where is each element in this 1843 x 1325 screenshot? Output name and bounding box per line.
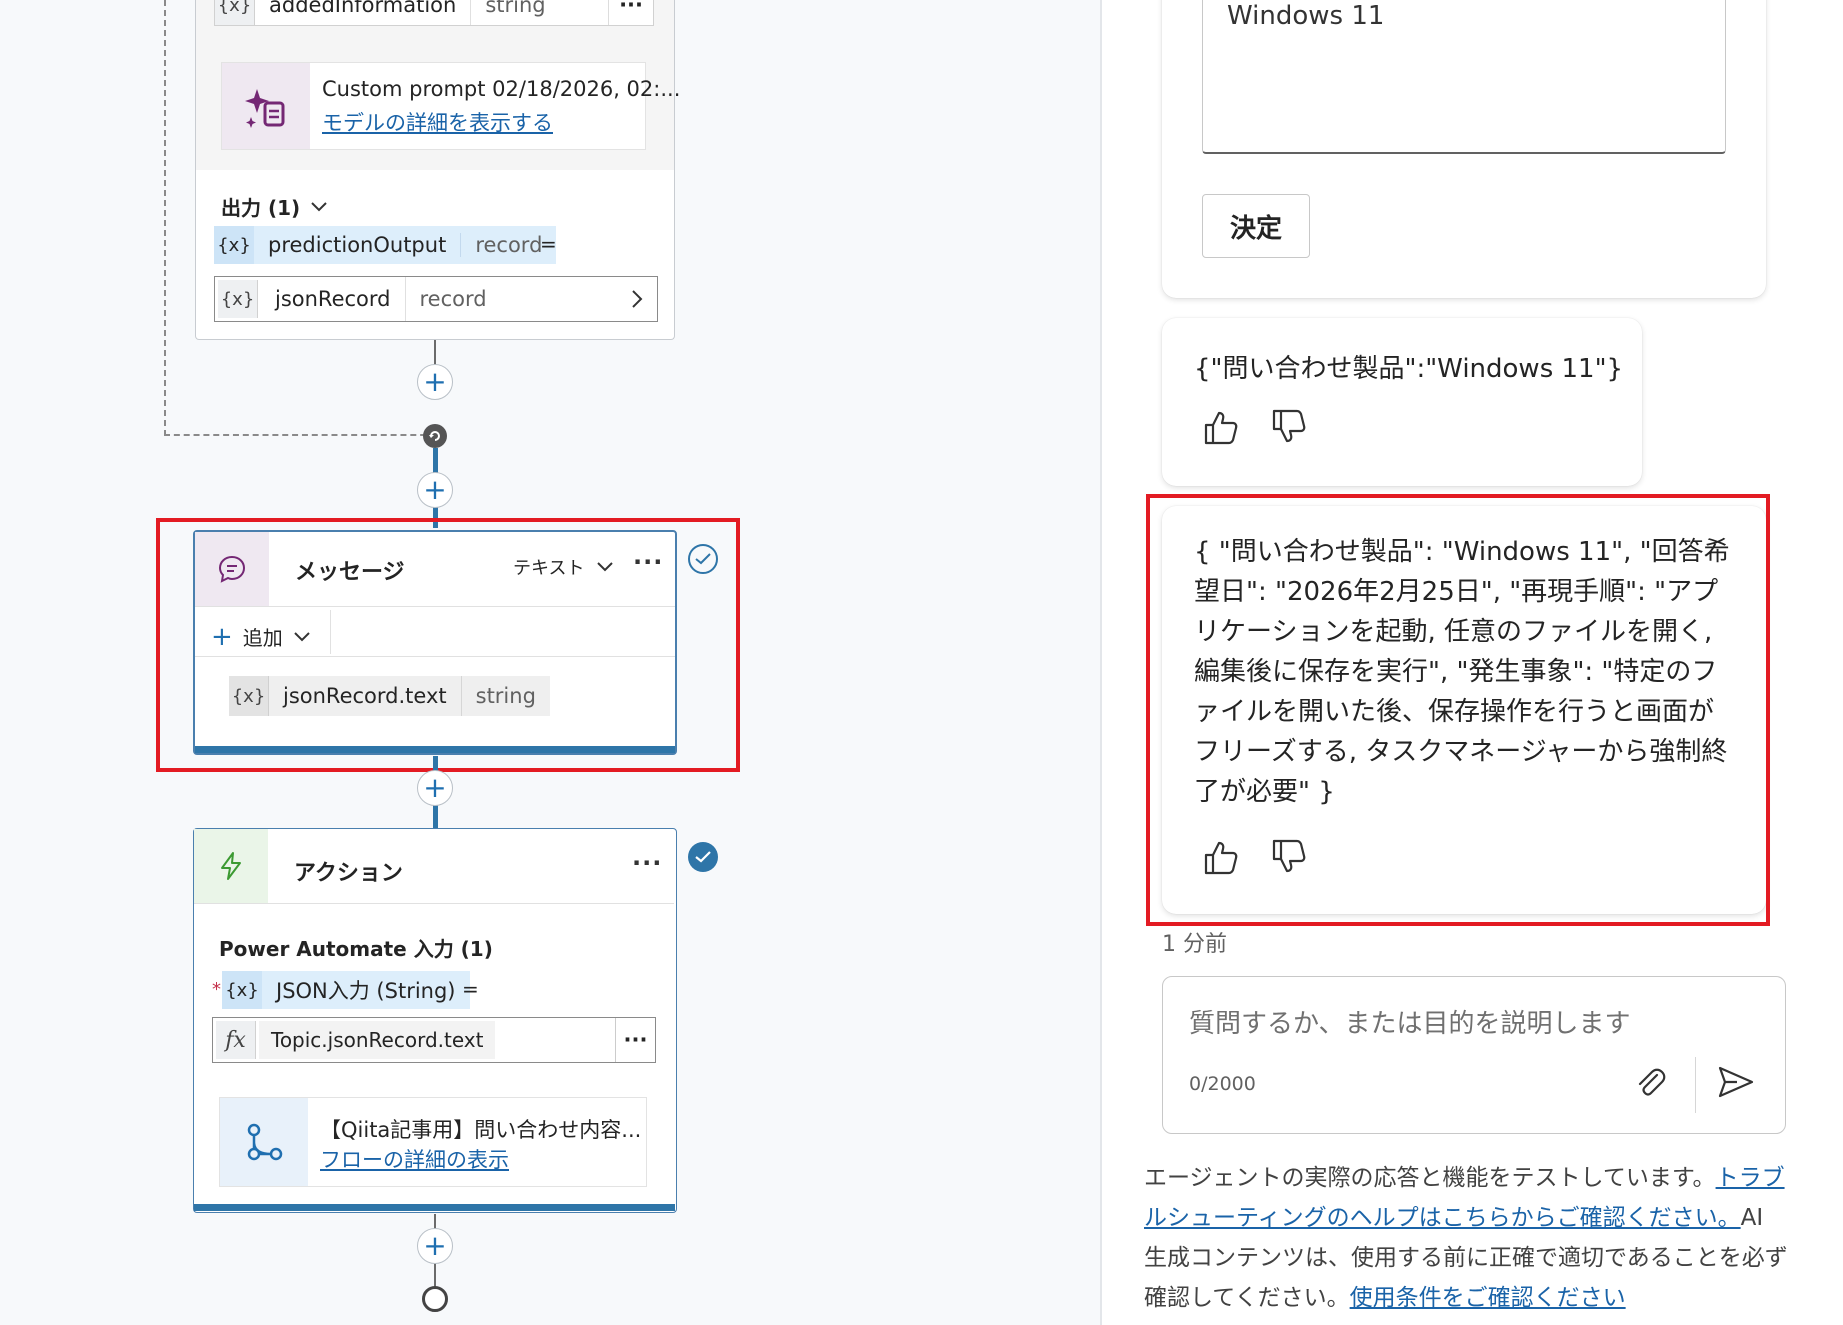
completed-check-icon	[688, 842, 718, 872]
message-timestamp: 1 分前	[1162, 932, 1227, 957]
flow-details-link[interactable]: フローの詳細の表示	[320, 1144, 509, 1174]
prompt-title: Custom prompt 02/18/2026, 02:...	[322, 77, 681, 101]
add-node-button[interactable]: +	[417, 472, 453, 508]
equals-sign: =	[462, 977, 479, 1001]
flow-icon	[247, 1123, 283, 1161]
custom-prompt-card[interactable]: Custom prompt 02/18/2026, 02:... モデルの詳細を…	[221, 62, 680, 150]
add-node-button[interactable]: +	[417, 364, 453, 400]
action-node[interactable]: アクション ··· Power Automate 入力 (1) * {x} JS…	[193, 828, 677, 1213]
required-marker: *	[212, 979, 221, 1000]
node-title: アクション	[294, 861, 403, 886]
flow-card[interactable]: 【Qiita記事用】問い合わせ内容... フローの詳細の表示	[219, 1097, 647, 1187]
highlight-box	[1146, 494, 1770, 926]
more-options-button[interactable]: ···	[632, 849, 662, 877]
variable-icon: {x}	[218, 280, 258, 318]
added-information-chip[interactable]: {x} addedInformation string ···	[214, 0, 654, 26]
action-icon-tile	[194, 829, 268, 903]
variable-icon: {x}	[215, 0, 255, 25]
prompt-node[interactable]: {x} addedInformation string ··· Custom p…	[195, 0, 680, 340]
adaptive-card: Windows 11 決定	[1162, 0, 1766, 298]
output-variable-chip[interactable]: {x} predictionOutput record	[214, 226, 557, 264]
flow-title: 【Qiita記事用】問い合わせ内容...	[320, 1118, 642, 1142]
add-node-button[interactable]: +	[417, 1228, 453, 1264]
output-section-label[interactable]: 出力 (1)	[221, 192, 328, 221]
model-details-link[interactable]: モデルの詳細を表示する	[322, 107, 553, 137]
node-bottom-bar	[194, 1204, 675, 1211]
thumbs-up-icon[interactable]	[1202, 408, 1240, 446]
product-input[interactable]: Windows 11	[1202, 0, 1726, 154]
test-chat-panel: Windows 11 決定 {"問い合わせ製品":"Windows 11"} {…	[1100, 0, 1843, 1325]
chevron-right-icon	[632, 290, 643, 308]
formula-input[interactable]: fx Topic.jsonRecord.text ···	[212, 1017, 656, 1063]
assign-variable-select[interactable]: {x} jsonRecord record	[214, 276, 658, 322]
message-text: {"問い合わせ製品":"Windows 11"}	[1194, 354, 1624, 384]
thumbs-down-icon[interactable]	[1270, 408, 1308, 446]
send-icon[interactable]	[1717, 1065, 1755, 1099]
loop-junction-icon	[423, 424, 447, 448]
inputs-label: Power Automate 入力 (1)	[219, 937, 493, 961]
divider	[1695, 1057, 1696, 1113]
ai-prompt-icon	[245, 89, 285, 128]
bot-message: {"問い合わせ製品":"Windows 11"}	[1162, 318, 1642, 486]
submit-button[interactable]: 決定	[1202, 194, 1310, 258]
divider	[194, 903, 674, 904]
highlight-box	[156, 518, 740, 772]
prompt-icon-tile	[222, 63, 310, 149]
formula-icon: fx	[216, 1021, 256, 1059]
variable-icon: {x}	[222, 971, 262, 1009]
chat-input[interactable]: 質問するか、または目的を説明します	[1189, 1003, 1630, 1040]
chat-input-box[interactable]: 質問するか、または目的を説明します 0/2000	[1162, 976, 1786, 1134]
attach-icon[interactable]	[1633, 1065, 1667, 1099]
terms-link[interactable]: 使用条件をご確認ください	[1350, 1285, 1626, 1311]
disclaimer-text: エージェントの実際の応答と機能をテストしています。トラブルシューティングのヘルプ…	[1144, 1165, 1788, 1311]
topic-canvas: {x} addedInformation string ··· Custom p…	[0, 0, 1100, 1325]
character-count: 0/2000	[1189, 1073, 1256, 1095]
lightning-icon	[221, 852, 241, 880]
flow-icon-tile	[220, 1098, 308, 1186]
more-options-button[interactable]: ···	[615, 1018, 655, 1062]
equals-sign: =	[540, 232, 557, 256]
end-node-icon	[422, 1286, 448, 1312]
add-node-button[interactable]: +	[417, 770, 453, 806]
variable-icon: {x}	[214, 226, 254, 264]
more-options-button[interactable]: ···	[608, 0, 653, 25]
chevron-down-icon	[311, 201, 327, 211]
input-parameter-chip: {x} JSON入力 (String)	[222, 971, 470, 1009]
